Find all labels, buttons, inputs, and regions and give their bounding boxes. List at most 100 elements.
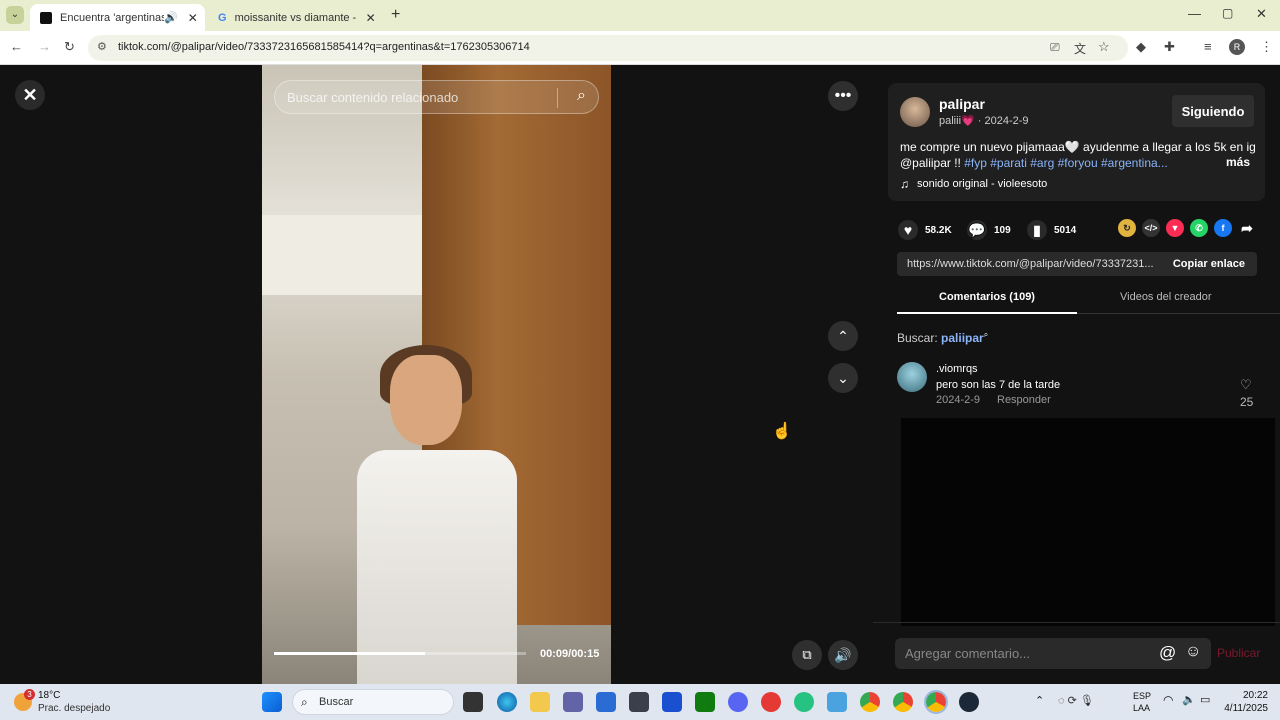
like-button[interactable]: ♥ 58.2K xyxy=(898,220,952,240)
chrome-icon[interactable] xyxy=(893,692,913,712)
details-panel: palipar paliii💗 · 2024-2-9 Siguiendo me … xyxy=(873,65,1280,684)
bookmark-star-icon[interactable]: ☆ xyxy=(1098,39,1110,55)
reload-icon[interactable]: ↻ xyxy=(64,39,75,55)
mention-icon[interactable]: @ xyxy=(1159,643,1176,663)
tab-comments[interactable]: Comentarios (109) xyxy=(939,291,1035,303)
comment-item: .viomrqs pero son las 7 de la tarde 2024… xyxy=(897,362,1257,412)
creator-username[interactable]: palipar xyxy=(939,96,985,112)
close-window-button[interactable]: ✕ xyxy=(1256,6,1267,22)
teams-icon[interactable] xyxy=(563,692,583,712)
app-icon[interactable] xyxy=(761,692,781,712)
save-button[interactable]: ▮ 5014 xyxy=(1027,220,1076,240)
comment-like-icon[interactable]: ♡ xyxy=(1240,377,1252,393)
volume-button[interactable]: 🔊 xyxy=(828,640,858,670)
tab-google[interactable]: G moissanite vs diamante - Buscar ✕ xyxy=(208,4,383,31)
extension-icon[interactable]: ◆ xyxy=(1136,39,1146,55)
close-video-button[interactable]: ✕ xyxy=(15,80,45,110)
video-frame xyxy=(357,450,517,684)
taskview-icon[interactable] xyxy=(463,692,483,712)
file-explorer-icon[interactable] xyxy=(530,692,550,712)
sound-link[interactable]: sonido original - violeesoto xyxy=(917,178,1047,190)
related-search-box[interactable]: Buscar contenido relacionado ⌕ xyxy=(274,80,599,114)
discord-icon[interactable] xyxy=(728,692,748,712)
close-tab-icon[interactable]: ✕ xyxy=(188,11,198,25)
weather-widget[interactable]: 3 18°C Prac. despejado xyxy=(14,688,124,716)
menu-icon[interactable]: ⋮ xyxy=(1260,39,1273,55)
tab-creator-videos[interactable]: Videos del creador xyxy=(1120,291,1212,303)
volume-tray-icon[interactable]: 🔈 xyxy=(1182,693,1196,706)
wifi-icon[interactable]: ◠ xyxy=(1163,693,1173,707)
comment-text: pero son las 7 de la tarde xyxy=(936,379,1061,391)
notepad-icon[interactable] xyxy=(827,692,847,712)
tray-icons[interactable]: ◌ ⟳ 🎙 xyxy=(1058,694,1094,707)
install-icon[interactable]: ⎚ xyxy=(1050,40,1060,55)
emoji-icon[interactable]: ☺ xyxy=(1185,643,1201,661)
comment-button[interactable]: 💬 109 xyxy=(967,220,1011,240)
divider xyxy=(557,88,558,108)
video-frame xyxy=(262,215,422,295)
video-progress-bar[interactable] xyxy=(274,652,526,655)
edge-icon[interactable] xyxy=(497,692,517,712)
language-indicator[interactable]: ESP LAA xyxy=(1133,690,1151,714)
more-link[interactable]: más xyxy=(1226,155,1250,169)
puzzle-icon[interactable]: ✚ xyxy=(1164,39,1175,55)
following-button[interactable]: Siguiendo xyxy=(1172,95,1254,127)
store-icon[interactable] xyxy=(596,692,616,712)
minimize-button[interactable]: — xyxy=(1188,6,1201,21)
tab-search-dropdown[interactable]: ⌄ xyxy=(6,6,24,24)
new-tab-button[interactable]: + xyxy=(391,6,400,24)
share-link-text: https://www.tiktok.com/@palipar/video/73… xyxy=(907,258,1154,270)
video-progress-fill xyxy=(274,652,426,655)
avatar[interactable] xyxy=(900,97,930,127)
next-video-button[interactable]: ⌄ xyxy=(828,363,858,393)
reply-link[interactable]: Responder xyxy=(997,394,1051,406)
chrome-icon[interactable] xyxy=(924,690,948,714)
comments-loading-area xyxy=(901,418,1275,626)
app-icon[interactable] xyxy=(629,692,649,712)
mouse-cursor: ☝ xyxy=(772,423,792,440)
search-suggestion[interactable]: Buscar: paliipar⌕ xyxy=(897,330,988,345)
windows-start-icon[interactable] xyxy=(262,692,282,712)
previous-video-button[interactable]: ⌃ xyxy=(828,321,858,351)
embed-icon[interactable]: </> xyxy=(1142,219,1160,237)
floating-player-button[interactable]: ⧉ xyxy=(792,640,822,670)
xbox-icon[interactable] xyxy=(695,692,715,712)
divider xyxy=(873,622,1280,623)
app-icon[interactable] xyxy=(662,692,682,712)
facebook-icon[interactable]: f xyxy=(1214,219,1232,237)
clock[interactable]: 20:22 4/11/2025 xyxy=(1224,689,1268,715)
url-text: tiktok.com/@palipar/video/73337231656815… xyxy=(118,41,530,53)
media-icon[interactable]: ≡ xyxy=(1204,39,1212,54)
chrome-icon[interactable] xyxy=(860,692,880,712)
show-hidden-icons[interactable]: ⌃ xyxy=(1035,694,1044,707)
avatar[interactable] xyxy=(897,362,927,392)
close-tab-icon[interactable]: ✕ xyxy=(366,11,376,25)
forward-icon[interactable]: → xyxy=(38,39,51,54)
site-info-icon[interactable]: ⚙ xyxy=(97,40,107,53)
add-comment-field[interactable]: Agregar comentario... @ ☺ xyxy=(895,638,1211,669)
taskbar-search[interactable]: ⌕ Buscar xyxy=(292,689,454,715)
whatsapp-icon[interactable]: ✆ xyxy=(1190,219,1208,237)
translate-icon[interactable]: 文 xyxy=(1074,40,1086,57)
comment-username[interactable]: .viomrqs xyxy=(936,363,978,375)
video-player[interactable]: Buscar contenido relacionado ⌕ 00:09/00:… xyxy=(262,65,611,684)
tab-tiktok[interactable]: Encuentra 'argentinas' en TikTok 🔊 ✕ xyxy=(30,4,205,31)
send-icon[interactable]: ▼ xyxy=(1166,219,1184,237)
address-bar[interactable]: ⚙ tiktok.com/@palipar/video/733372316568… xyxy=(88,35,1128,61)
caption-hashtags[interactable]: #fyp #parati #arg #foryou #argentina... xyxy=(964,156,1167,170)
back-icon[interactable]: ← xyxy=(10,39,23,54)
post-date: · 2024-2-9 xyxy=(977,115,1029,127)
more-options-button[interactable]: ••• xyxy=(828,81,858,111)
repost-icon[interactable]: ↻ xyxy=(1118,219,1136,237)
app-icon[interactable] xyxy=(794,692,814,712)
comment-icon: 💬 xyxy=(967,220,987,240)
windows-taskbar: 3 18°C Prac. despejado ⌕ Buscar ⌃ ◌ ⟳ 🎙 … xyxy=(0,684,1280,720)
publish-button[interactable]: Publicar xyxy=(1217,646,1260,660)
share-arrow-icon[interactable]: ➦ xyxy=(1238,219,1256,237)
search-icon[interactable]: ⌕ xyxy=(577,87,586,105)
maximize-button[interactable]: ▢ xyxy=(1222,6,1233,20)
profile-avatar[interactable]: R xyxy=(1229,39,1245,55)
copy-link-button[interactable]: Copiar enlace xyxy=(1173,258,1245,270)
battery-icon[interactable]: ▭ xyxy=(1200,693,1210,706)
steam-icon[interactable] xyxy=(959,692,979,712)
